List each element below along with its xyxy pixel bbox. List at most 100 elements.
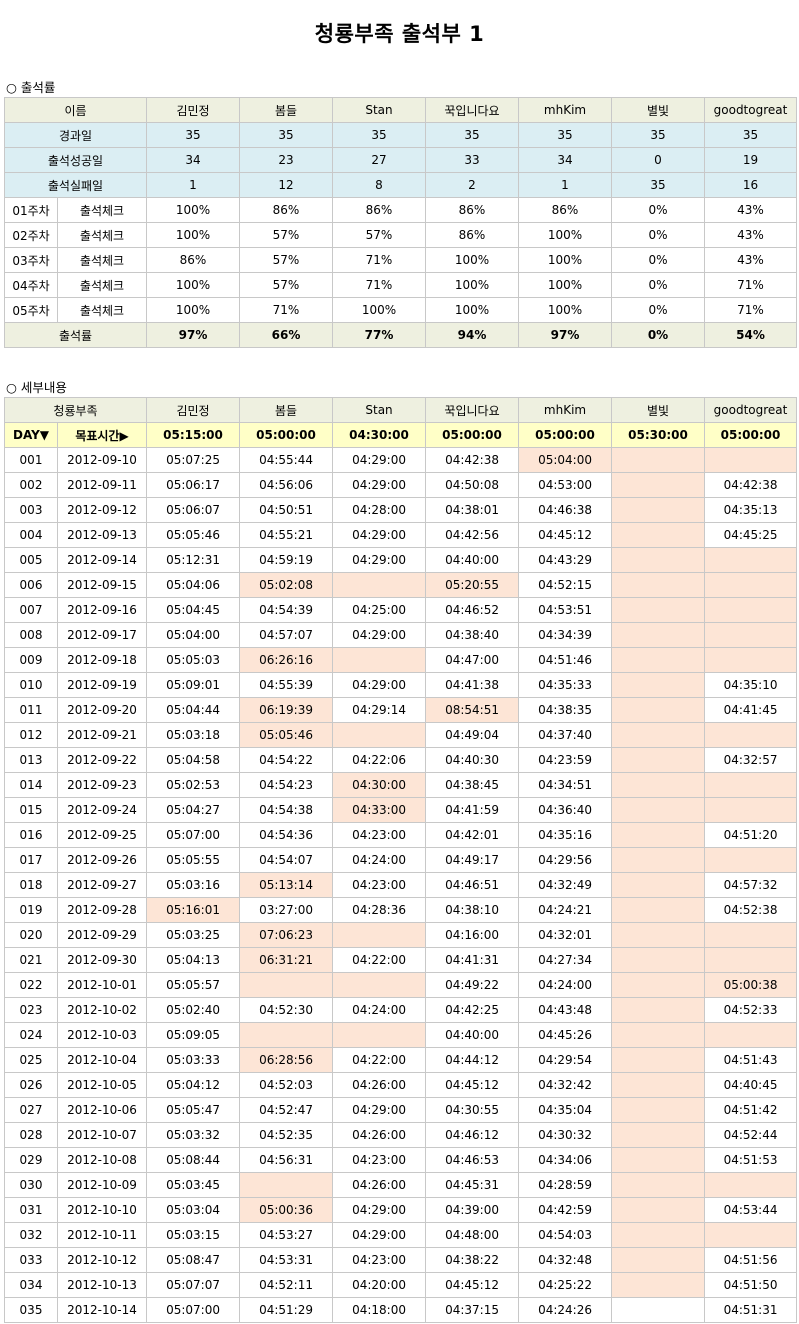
time-cell: 04:35:04 (518, 1097, 613, 1123)
time-cell: 04:52:11 (239, 1272, 334, 1298)
time-cell: 04:42:25 (425, 997, 520, 1023)
day-row: 032 2012-10-11 05:03:15 04:53:27 04:29:00 04:… (4, 1222, 798, 1248)
time-cell: 05:04:00 (146, 622, 241, 648)
time-cell: 04:52:38 (704, 897, 798, 923)
time-cell: 04:24:26 (518, 1297, 613, 1323)
day-number: 022 (4, 972, 58, 998)
day-number: 025 (4, 1047, 58, 1073)
time-cell (611, 1197, 706, 1223)
time-cell: 04:24:00 (332, 997, 427, 1023)
time-cell: 04:50:51 (239, 497, 334, 523)
total-label: 출석률 (4, 322, 147, 348)
time-cell (332, 722, 427, 748)
time-cell (332, 572, 427, 598)
time-cell: 05:08:44 (146, 1147, 241, 1173)
time-cell: 04:42:01 (425, 822, 520, 848)
week-rate: 43% (704, 197, 797, 223)
stat-value: 35 (239, 122, 333, 148)
day-number: 011 (4, 697, 58, 723)
stat-value: 35 (425, 122, 519, 148)
week-rate: 43% (704, 247, 797, 273)
page-title: 청룡부족 출석부 1 (314, 22, 485, 46)
stat-value: 35 (332, 122, 426, 148)
time-cell: 04:45:12 (425, 1072, 520, 1098)
time-cell: 04:32:57 (704, 747, 798, 773)
day-number: 001 (4, 447, 58, 473)
date-cell: 2012-10-12 (56, 1247, 148, 1273)
week-rate: 100% (332, 297, 426, 323)
target-time: 05:00:00 (239, 422, 334, 448)
week-rate: 100% (518, 272, 612, 298)
time-cell: 07:06:23 (239, 922, 334, 948)
stat-value: 16 (704, 172, 797, 198)
time-cell: 04:55:39 (239, 672, 334, 698)
time-cell: 04:32:01 (518, 922, 613, 948)
date-cell: 2012-10-10 (56, 1197, 148, 1223)
time-cell: 04:29:00 (332, 447, 427, 473)
day-number: 023 (4, 997, 58, 1023)
member-header: 별빛 (611, 397, 706, 423)
time-cell: 04:29:00 (332, 522, 427, 548)
time-cell: 05:07:25 (146, 447, 241, 473)
time-cell: 04:29:00 (332, 1197, 427, 1223)
day-number: 028 (4, 1122, 58, 1148)
time-cell: 05:04:00 (518, 447, 613, 473)
time-cell: 04:22:00 (332, 1047, 427, 1073)
time-cell (611, 472, 706, 498)
day-number: 018 (4, 872, 58, 898)
member-header: goodtogreat (704, 97, 797, 123)
time-cell: 04:34:51 (518, 772, 613, 798)
time-cell: 05:03:16 (146, 872, 241, 898)
week-rate: 100% (518, 297, 612, 323)
day-row: 002 2012-09-11 05:06:17 04:56:06 04:29:00 04:… (4, 472, 798, 498)
time-cell (611, 847, 706, 873)
target-time: 05:00:00 (704, 422, 798, 448)
week-row: 01주차 출석체크 100% 86% 86% 86% 86% 0% 43% (4, 197, 797, 223)
time-cell: 04:29:54 (518, 1047, 613, 1073)
stat-value: 19 (704, 147, 797, 173)
time-cell: 04:24:00 (518, 972, 613, 998)
time-cell: 05:09:01 (146, 672, 241, 698)
day-row: 007 2012-09-16 05:04:45 04:54:39 04:25:00 04:… (4, 597, 798, 623)
time-cell (611, 1247, 706, 1273)
day-number: 017 (4, 847, 58, 873)
day-row: 001 2012-09-10 05:07:25 04:55:44 04:29:00 04:… (4, 447, 798, 473)
time-cell (239, 972, 334, 998)
time-cell: 04:55:44 (239, 447, 334, 473)
date-cell: 2012-09-14 (56, 547, 148, 573)
week-label: 03주차 (4, 247, 58, 273)
time-cell (611, 597, 706, 623)
time-cell: 04:54:07 (239, 847, 334, 873)
day-number: 004 (4, 522, 58, 548)
total-rate: 66% (239, 322, 333, 348)
time-cell: 04:52:33 (704, 997, 798, 1023)
time-cell: 04:22:00 (332, 947, 427, 973)
day-number: 021 (4, 947, 58, 973)
time-cell: 05:03:18 (146, 722, 241, 748)
time-cell: 05:04:45 (146, 597, 241, 623)
day-row: 029 2012-10-08 05:08:44 04:56:31 04:23:00 04:… (4, 1147, 798, 1173)
stat-value: 23 (239, 147, 333, 173)
day-row: 003 2012-09-12 05:06:07 04:50:51 04:28:00 04:… (4, 497, 798, 523)
time-cell: 04:34:39 (518, 622, 613, 648)
week-rate: 86% (425, 197, 519, 223)
time-cell: 05:04:12 (146, 1072, 241, 1098)
time-cell: 04:36:40 (518, 797, 613, 823)
time-cell: 04:52:30 (239, 997, 334, 1023)
time-cell: 05:04:13 (146, 947, 241, 973)
time-cell (611, 1022, 706, 1048)
time-cell: 05:02:53 (146, 772, 241, 798)
time-cell: 04:26:00 (332, 1072, 427, 1098)
time-cell: 04:23:00 (332, 822, 427, 848)
week-check-label: 출석체크 (57, 197, 147, 223)
time-cell (704, 1022, 798, 1048)
time-cell (332, 922, 427, 948)
time-cell: 05:00:36 (239, 1197, 334, 1223)
time-cell: 04:49:17 (425, 847, 520, 873)
time-cell: 04:45:25 (704, 522, 798, 548)
day-number: 035 (4, 1297, 58, 1323)
time-cell: 04:29:00 (332, 547, 427, 573)
day-number: 010 (4, 672, 58, 698)
day-number: 019 (4, 897, 58, 923)
stat-value: 1 (146, 172, 240, 198)
